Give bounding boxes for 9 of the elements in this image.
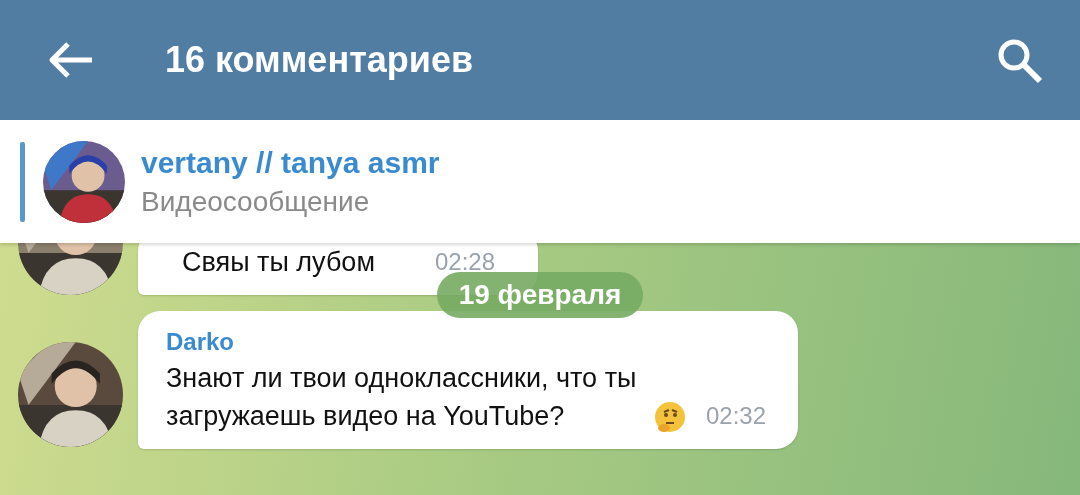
message-text: Свяы ты лубом — [182, 246, 375, 279]
date-badge: 19 февраля — [436, 272, 644, 318]
message-text: Знают ли твои одноклассники, что ты загружаешь видео на YouTube? — [166, 362, 638, 433]
channel-name: vertany // tanya asmr — [141, 145, 440, 180]
message-type: Видеосообщение — [141, 185, 371, 218]
author-name[interactable]: Darko — [166, 325, 770, 359]
message-time: 02:32 — [706, 401, 767, 431]
screen-title: 16 комментариев — [165, 39, 475, 81]
pinned-message[interactable]: vertany // tanya asmr Видеосообщение — [0, 120, 1080, 243]
